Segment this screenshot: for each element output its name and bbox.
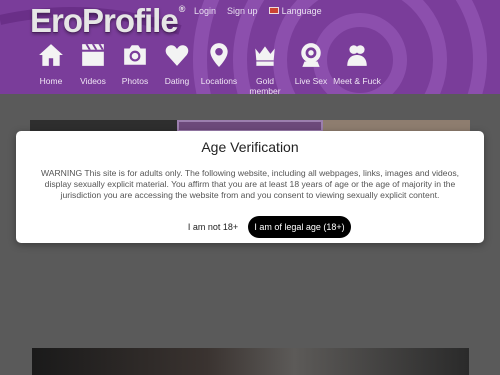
nav-label: Live Sex [294,76,328,86]
nav-item-live-sex[interactable]: Live Sex [290,42,332,94]
main-nav: Home Videos Photos Dating Locations Gold… [30,42,382,94]
meet-icon [332,42,382,70]
warning-text: WARNING This site is for adults only. Th… [40,168,460,200]
site-logo[interactable]: EroProfile® [30,2,186,40]
account-links: Login Sign up Language [194,6,322,16]
nav-label: Home [39,76,63,86]
heart-icon [156,42,198,70]
signup-link[interactable]: Sign up [227,6,258,16]
confirm-age-button[interactable]: I am of legal age (18+) [248,216,351,238]
home-icon [30,42,72,70]
camera-icon [114,42,156,70]
nav-label: Videos [80,76,106,86]
map-pin-icon [198,42,240,70]
language-label: Language [281,6,322,16]
logo-text: EroProfile [30,2,179,39]
nav-label: Photos [121,76,149,86]
nav-item-dating[interactable]: Dating [156,42,198,94]
site-header: EroProfile® Login Sign up Language Home … [0,0,500,94]
clapperboard-icon [72,42,114,70]
nav-item-locations[interactable]: Locations [198,42,240,94]
nav-label: Meet & Fuck [333,76,381,86]
nav-label: Dating [164,76,190,86]
modal-title: Age Verification [201,139,299,155]
nav-item-photos[interactable]: Photos [114,42,156,94]
nav-item-gold-member[interactable]: Gold member [240,42,290,94]
nav-label: Locations [200,76,238,86]
nav-item-videos[interactable]: Videos [72,42,114,94]
crown-icon [240,42,290,70]
age-verification-modal: Age Verification WARNING This site is fo… [16,131,484,243]
registered-mark: ® [178,4,186,14]
decline-age-button[interactable]: I am not 18+ [182,216,244,238]
nav-item-meet-and-fuck[interactable]: Meet & Fuck [332,42,382,94]
nav-item-home[interactable]: Home [30,42,72,94]
nav-label: Gold member [249,76,281,94]
flag-icon [268,7,279,14]
login-link[interactable]: Login [194,6,216,16]
webcam-icon [290,42,332,70]
language-selector[interactable]: Language [268,6,322,16]
featured-photo [32,348,469,375]
